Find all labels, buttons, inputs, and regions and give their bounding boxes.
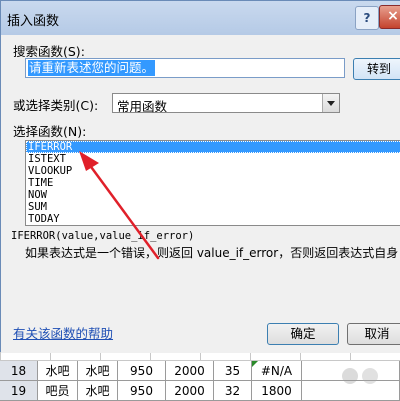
dialog-titlebar[interactable]: 插入函数 ? × [1, 1, 400, 35]
chevron-down-icon[interactable] [322, 94, 339, 112]
search-input[interactable]: 请重新表述您的问题。 [25, 58, 345, 78]
list-item-vlookup[interactable]: VLOOKUP [26, 165, 400, 177]
table-cell[interactable]: 2000 [166, 361, 214, 381]
go-button[interactable]: 转到 [353, 58, 400, 80]
table-cell[interactable]: 950 [118, 381, 166, 401]
close-button[interactable]: × [379, 5, 400, 29]
table-cell[interactable]: 950 [118, 361, 166, 381]
list-item-today[interactable]: TODAY [26, 213, 400, 225]
list-item-time[interactable]: TIME [26, 177, 400, 189]
list-item-now[interactable]: NOW [26, 189, 400, 201]
row-number[interactable]: 19 [0, 381, 38, 401]
watermark-icon [342, 368, 378, 384]
table-cell[interactable]: 1800 [252, 381, 302, 401]
row-number[interactable]: 18 [0, 361, 38, 381]
table-cell[interactable]: 32 [214, 381, 252, 401]
function-description: 如果表达式是一个错误，则返回 value_if_error，否则返回表达式自身 [25, 246, 399, 260]
category-selected: 常用函数 [117, 99, 168, 114]
list-item-sum[interactable]: SUM [26, 201, 400, 213]
table-cell[interactable]: 水吧 [78, 381, 118, 401]
category-label: 或选择类别(C): [13, 98, 99, 113]
cancel-button[interactable]: 取消 [347, 323, 400, 345]
insert-function-dialog: 插入函数 ? × 搜索函数(S): 请重新表述您的问题。 转到 或选择类别(C)… [0, 0, 400, 353]
table-cell[interactable]: 2000 [166, 381, 214, 401]
table-cell[interactable]: 吧员 [38, 381, 78, 401]
function-list[interactable]: IFERROR ISTEXT VLOOKUP TIME NOW SUM TODA… [25, 140, 400, 226]
function-help-link[interactable]: 有关该函数的帮助 [13, 323, 113, 342]
help-button[interactable]: ? [355, 6, 379, 30]
category-select[interactable]: 常用函数 [112, 93, 340, 114]
dialog-title: 插入函数 [7, 14, 60, 29]
error-indicator-icon [252, 361, 258, 367]
search-input-value: 请重新表述您的问题。 [28, 60, 156, 76]
table-cell[interactable]: 水吧 [78, 361, 118, 381]
function-list-label: 选择函数(N): [13, 124, 87, 139]
function-syntax: IFERROR(value,value_if_error) [11, 230, 195, 242]
table-cell[interactable]: 水吧 [38, 361, 78, 381]
list-item-istext[interactable]: ISTEXT [26, 153, 400, 165]
error-value: #N/A [260, 364, 293, 378]
list-item-iferror[interactable]: IFERROR [26, 141, 400, 153]
error-cell[interactable]: #N/A [252, 361, 302, 381]
ok-button[interactable]: 确定 [267, 323, 339, 345]
table-cell[interactable]: 35 [214, 361, 252, 381]
